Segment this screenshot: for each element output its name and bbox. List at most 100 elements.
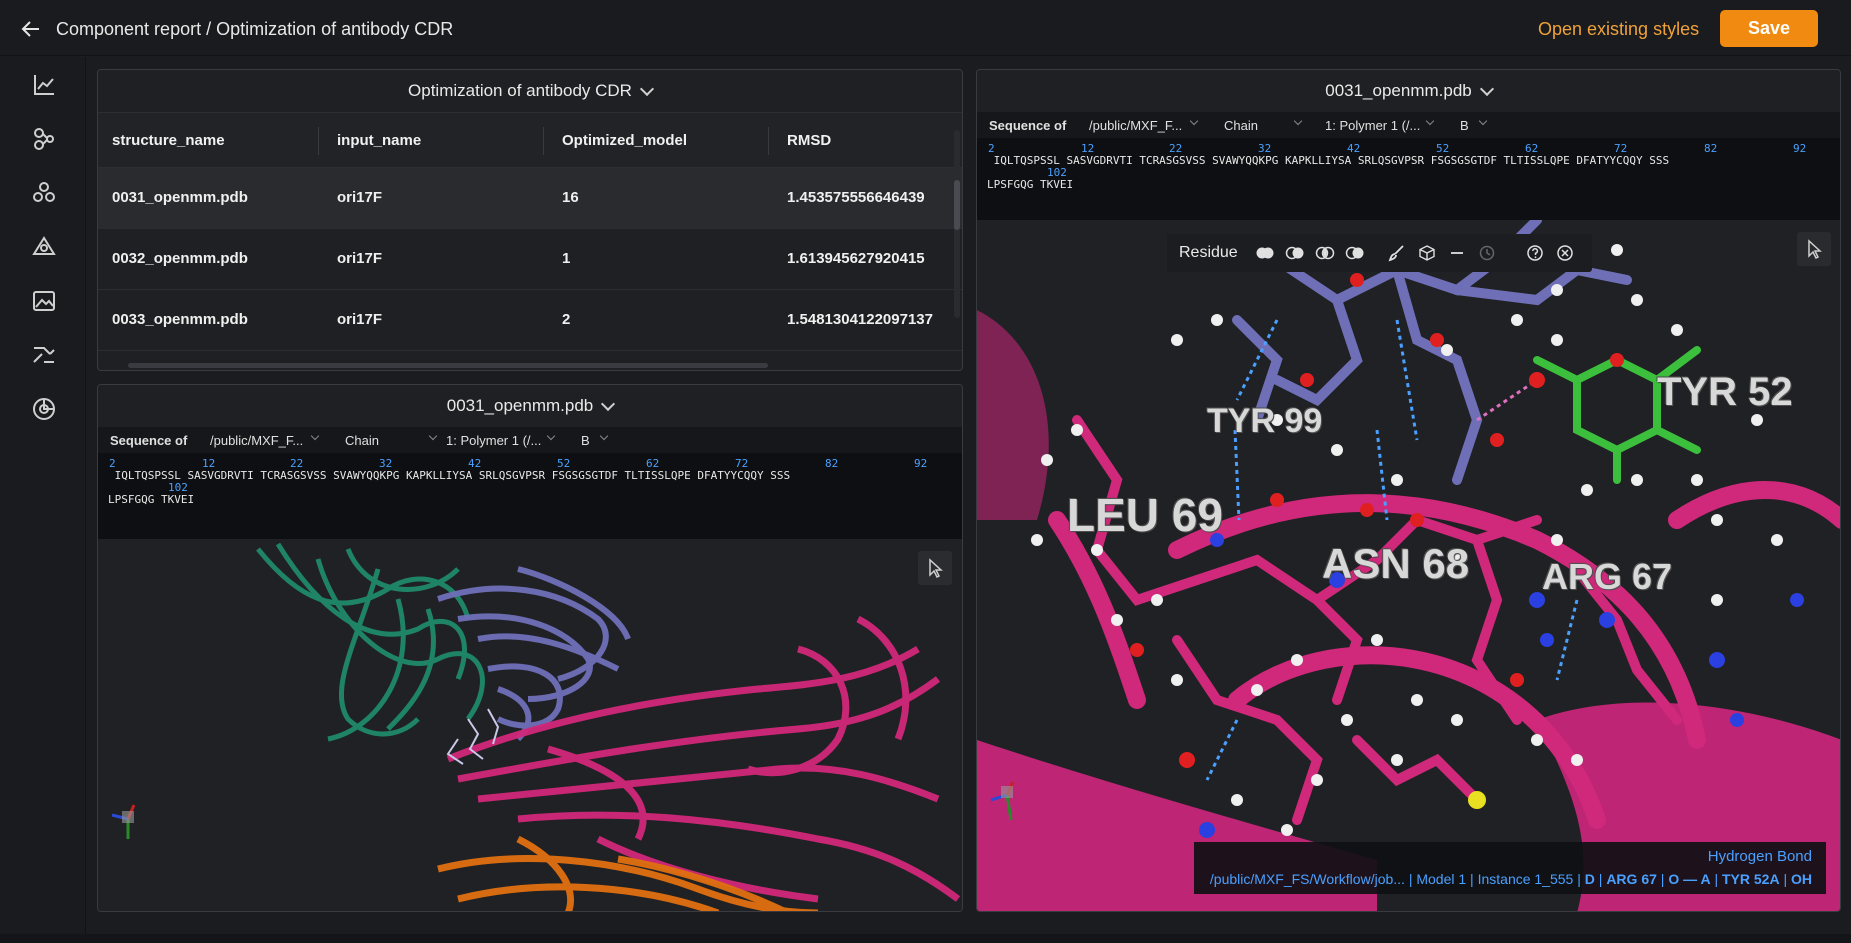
hbond-details: /public/MXF_FS/Workflow/job... | Model 1…: [1209, 871, 1812, 887]
select-mode-button[interactable]: [918, 551, 952, 585]
structure-select[interactable]: /public/MXF_F...: [210, 433, 303, 448]
molecule-icon[interactable]: [30, 125, 58, 153]
cube-icon[interactable]: [1412, 238, 1442, 268]
residue-mode-group: Residue: [1167, 234, 1370, 272]
cluster-icon[interactable]: [30, 179, 58, 207]
left-viewer-header[interactable]: 0031_openmm.pdb: [98, 385, 962, 427]
column-separator[interactable]: [543, 127, 544, 155]
residue-mode-label[interactable]: Residue: [1167, 244, 1250, 262]
chevron-down-icon[interactable]: [1293, 116, 1303, 126]
cell-rmsd: 1.613945627920415: [787, 250, 925, 267]
cell-optimized-model: 2: [562, 311, 571, 328]
sequence-line[interactable]: LPSFGQG TKVEI: [987, 178, 1073, 191]
polymer-select[interactable]: 1: Polymer 1 (/...: [446, 433, 541, 448]
chevron-down-icon[interactable]: [428, 431, 438, 441]
pie-chart-icon[interactable]: [30, 395, 58, 423]
chain-label: Chain: [345, 433, 379, 448]
bottom-scroll-strip[interactable]: [0, 934, 1851, 943]
residue-label[interactable]: TYR 52: [1657, 370, 1793, 415]
cell-structure-name: 0031_openmm.pdb: [112, 189, 248, 206]
subtract-icon[interactable]: [1280, 238, 1310, 268]
column-header[interactable]: RMSD: [787, 132, 831, 149]
image-icon[interactable]: [30, 287, 58, 315]
cell-rmsd: 1.5481304122097137: [787, 311, 933, 328]
residue-label[interactable]: ARG 67: [1542, 556, 1672, 598]
chevron-down-icon[interactable]: [639, 81, 655, 97]
right-viewer-header[interactable]: 0031_openmm.pdb: [977, 70, 1840, 112]
residue-label[interactable]: LEU 69: [1067, 488, 1223, 542]
residue-label[interactable]: TYR 99: [1207, 402, 1322, 441]
help-icon[interactable]: [1520, 238, 1550, 268]
chain-select[interactable]: B: [581, 433, 590, 448]
chevron-down-icon[interactable]: [1479, 81, 1494, 97]
chevron-down-icon[interactable]: [310, 431, 320, 441]
table-row[interactable]: 0031_openmm.pdb ori17F 16 1.453575556646…: [98, 168, 962, 229]
table-row[interactable]: 0032_openmm.pdb ori17F 1 1.6139456279204…: [98, 229, 962, 290]
sequence-view[interactable]: 2 12 22 32 42 52 62 72 82 92 IQLTQSPSSL …: [98, 453, 962, 539]
cell-structure-name: 0032_openmm.pdb: [112, 250, 248, 267]
union-icon[interactable]: [1250, 238, 1280, 268]
cell-input-name: ori17F: [337, 189, 383, 206]
save-button[interactable]: Save: [1720, 10, 1818, 47]
right-viewer-panel: 0031_openmm.pdb Sequence of /public/MXF_…: [976, 69, 1841, 912]
protein-structure-render[interactable]: [98, 539, 963, 912]
left-viewer-panel: 0031_openmm.pdb Sequence of /public/MXF_…: [97, 384, 963, 912]
chevron-down-icon[interactable]: [601, 396, 616, 412]
cell-optimized-model: 1: [562, 250, 571, 267]
hbond-title: Hydrogen Bond: [1707, 848, 1812, 865]
column-header[interactable]: input_name: [337, 132, 421, 149]
seq-number: 82: [1704, 142, 1718, 155]
right-3d-viewer[interactable]: TYR 99 TYR 52 LEU 69 ASN 68 ARG 67: [977, 220, 1840, 911]
cursor-icon: [1808, 239, 1822, 260]
select-mode-button[interactable]: [1797, 232, 1831, 266]
polymer-select[interactable]: 1: Polymer 1 (/...: [1325, 118, 1420, 133]
left-viewer-title: 0031_openmm.pdb: [446, 396, 594, 415]
hbond-acceptor-chain: O — A: [1668, 871, 1711, 887]
sequence-line[interactable]: LPSFGQG TKVEI: [108, 493, 194, 506]
chevron-down-icon[interactable]: [1425, 116, 1435, 126]
hydrogen-bond-info: Hydrogen Bond /public/MXF_FS/Workflow/jo…: [1194, 842, 1826, 894]
structure-select[interactable]: /public/MXF_F...: [1089, 118, 1182, 133]
minus-icon[interactable]: [1442, 238, 1472, 268]
table-panel-header[interactable]: Optimization of antibody CDR: [98, 70, 962, 112]
chevron-down-icon[interactable]: [599, 431, 609, 441]
chain-select[interactable]: B: [1460, 118, 1469, 133]
cell-rmsd: 1.453575556646439: [787, 189, 925, 206]
sequence-controls: Sequence of /public/MXF_F... Chain 1: Po…: [977, 112, 1840, 138]
cell-optimized-model: 16: [562, 189, 579, 206]
sequence-line[interactable]: IQLTQSPSSL SASVGDRVTI TCRASGSVSS SVAWYQQ…: [987, 154, 1670, 167]
intersect-icon[interactable]: [1310, 238, 1340, 268]
horizontal-scrollbar[interactable]: [128, 363, 768, 368]
open-existing-styles-link[interactable]: Open existing styles: [1538, 19, 1699, 40]
seq-number: 92: [1793, 142, 1807, 155]
residue-toolbar: Residue: [1167, 234, 1592, 272]
column-header[interactable]: Optimized_model: [562, 132, 687, 149]
left-3d-viewer[interactable]: [98, 539, 963, 912]
back-arrow-icon[interactable]: [20, 18, 42, 40]
sequence-controls: Sequence of /public/MXF_F... Chain 1: Po…: [98, 427, 962, 453]
sequence-of-label: Sequence of: [989, 118, 1067, 133]
chevron-down-icon[interactable]: [1478, 116, 1488, 126]
sequence-line[interactable]: IQLTQSPSSL SASVGDRVTI TCRASGSVSS SVAWYQQ…: [108, 469, 791, 482]
close-icon[interactable]: [1550, 238, 1580, 268]
vertical-scrollbar-thumb[interactable]: [954, 180, 960, 230]
workflow-icon[interactable]: [30, 341, 58, 369]
table-header: structure_name input_name Optimized_mode…: [98, 112, 962, 168]
network-icon[interactable]: [30, 233, 58, 261]
column-separator[interactable]: [318, 127, 319, 155]
history-icon[interactable]: [1472, 238, 1502, 268]
table-row[interactable]: 0033_openmm.pdb ori17F 2 1.5481304122097…: [98, 290, 962, 351]
column-header[interactable]: structure_name: [112, 132, 225, 149]
hbond-acceptor-atom: OH: [1791, 871, 1812, 887]
column-separator[interactable]: [768, 127, 769, 155]
sidebar: [0, 57, 86, 943]
chevron-down-icon[interactable]: [546, 431, 556, 441]
residue-label[interactable]: ASN 68: [1322, 540, 1469, 588]
chain-label: Chain: [1224, 118, 1258, 133]
sequence-view[interactable]: 2 12 22 32 42 52 62 72 82 92 IQLTQSPSSL …: [977, 138, 1840, 220]
help-group: [1513, 234, 1586, 272]
line-chart-icon[interactable]: [30, 71, 58, 99]
brush-icon[interactable]: [1382, 238, 1412, 268]
chevron-down-icon[interactable]: [1189, 116, 1199, 126]
set-icon[interactable]: [1340, 238, 1370, 268]
